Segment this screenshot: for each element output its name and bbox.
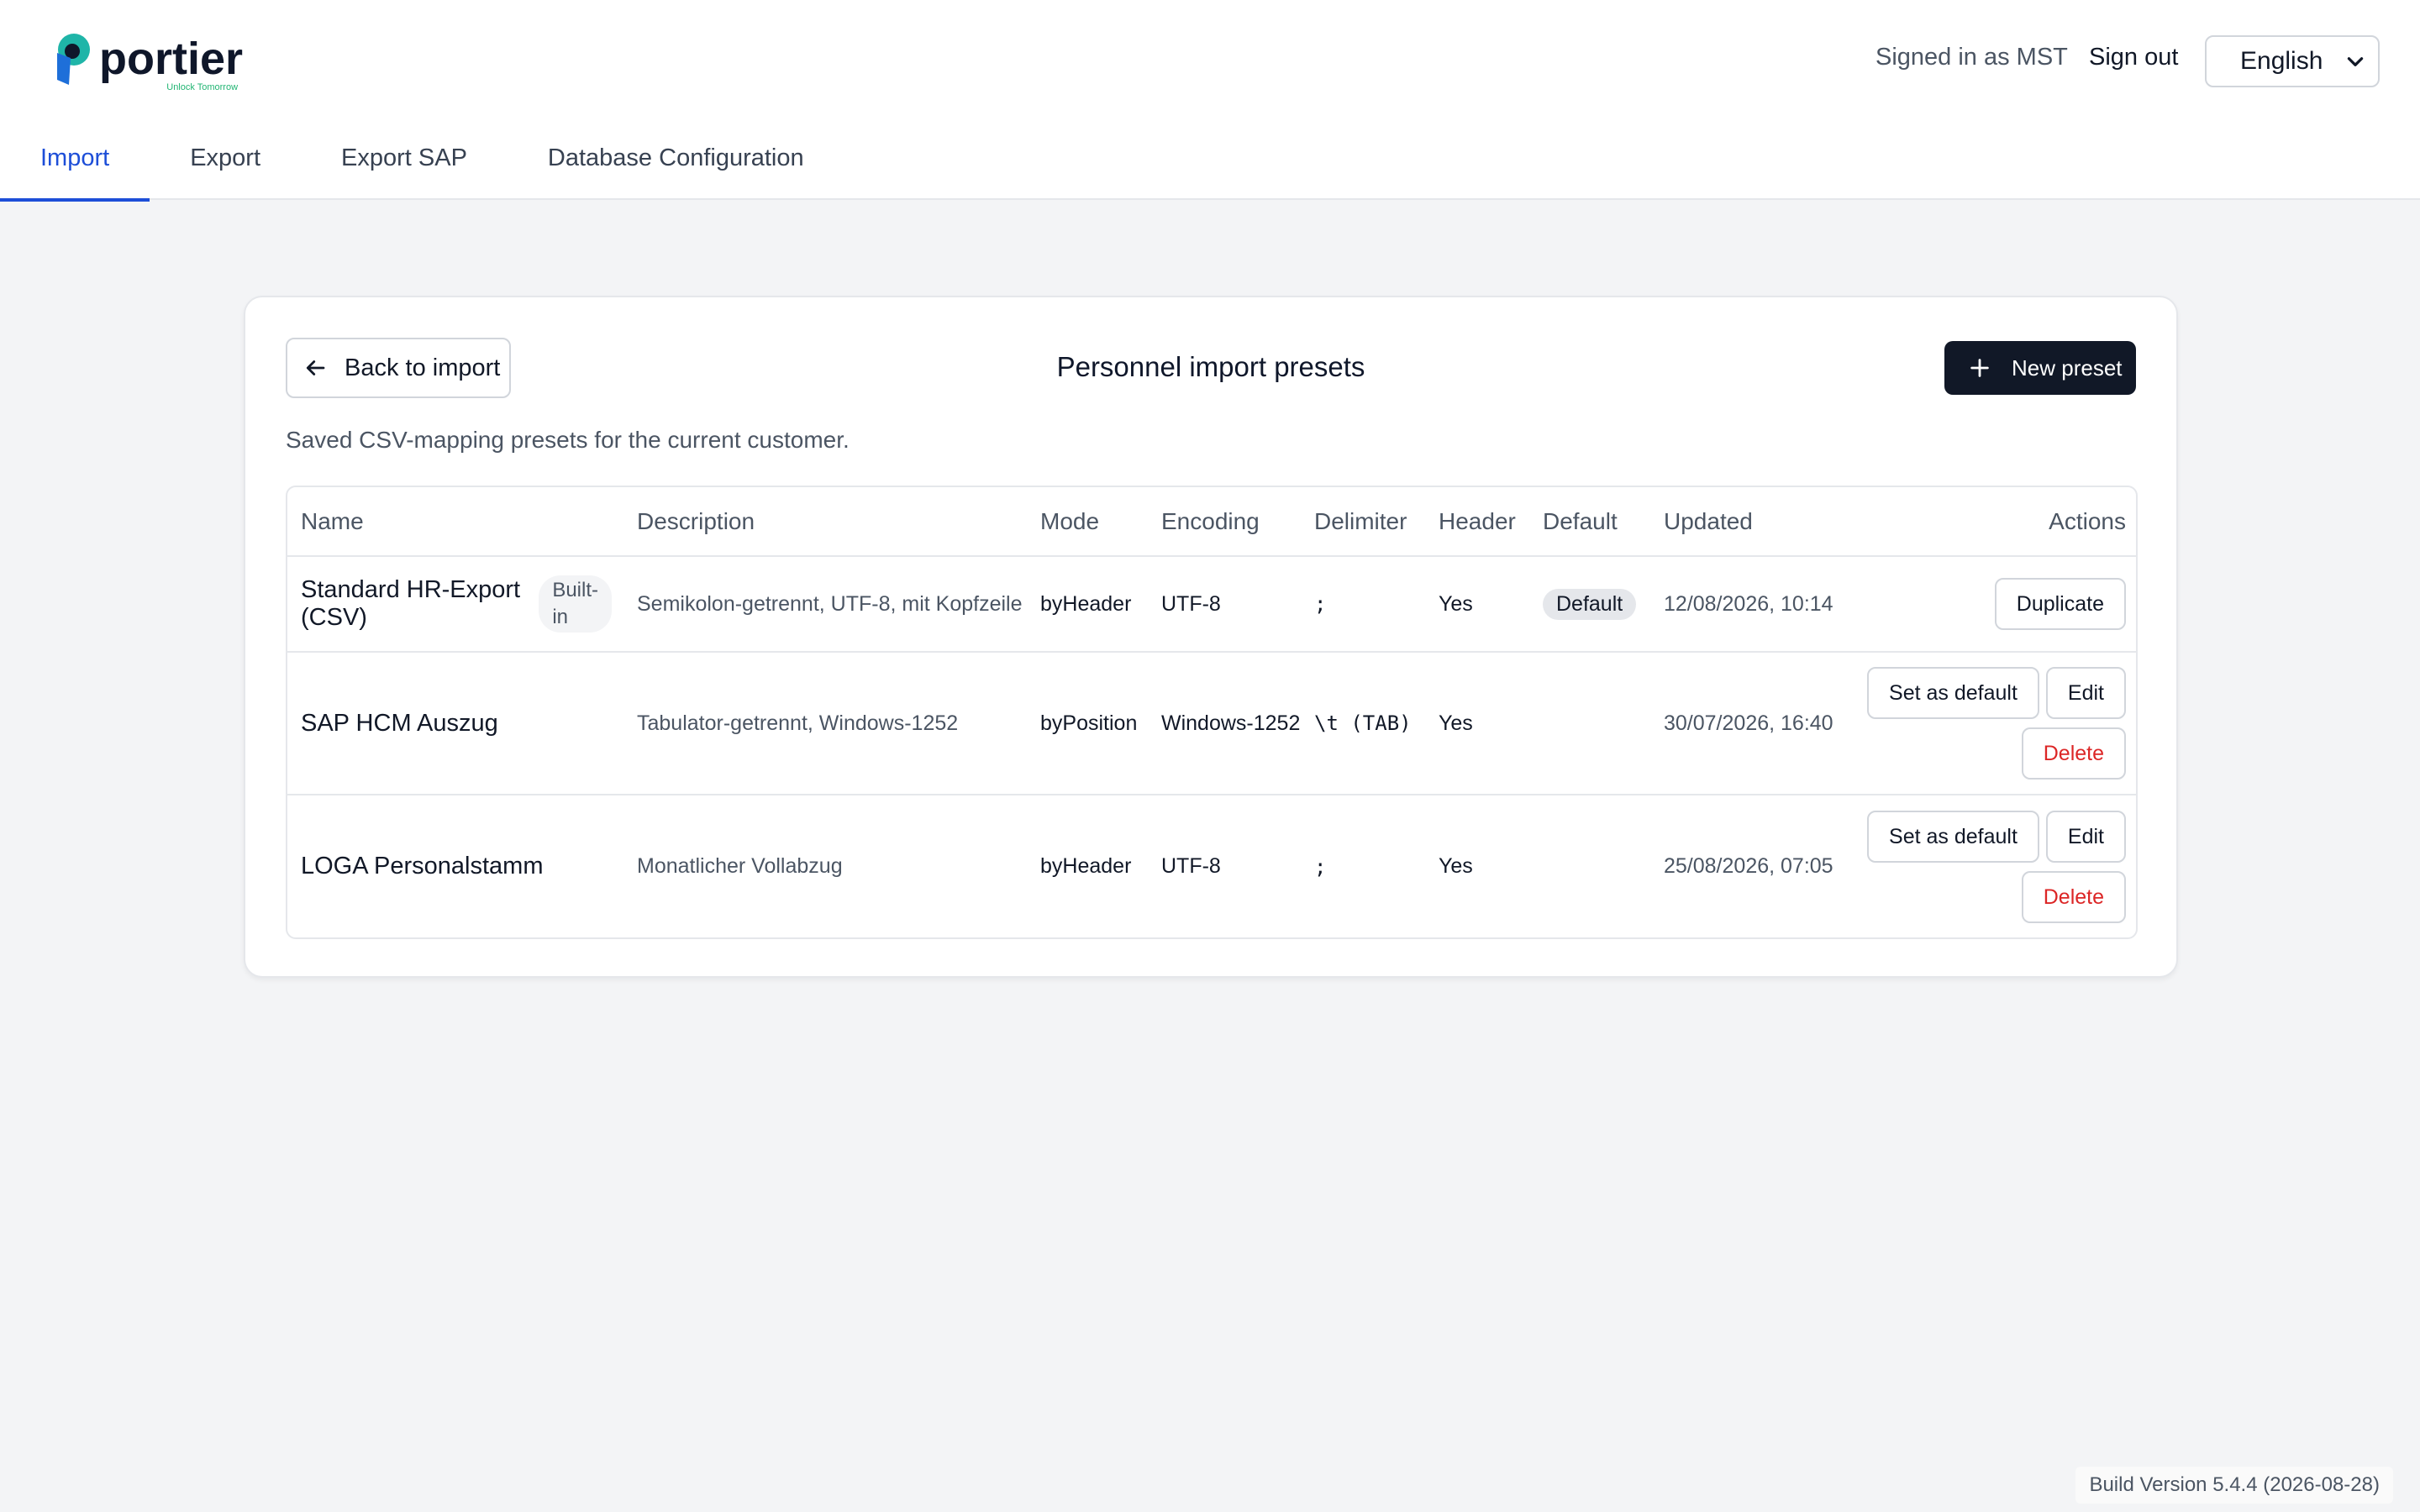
preset-delimiter: ; bbox=[1314, 854, 1327, 879]
presets-table: Name Description Mode Encoding Delimiter… bbox=[286, 486, 2138, 939]
duplicate-button[interactable]: Duplicate bbox=[1994, 578, 2126, 630]
sign-out-link[interactable]: Sign out bbox=[2089, 44, 2178, 71]
column-header-header: Header bbox=[1425, 487, 1529, 557]
page-title: Personnel import presets bbox=[1056, 351, 1365, 382]
column-header-updated: Updated bbox=[1650, 487, 1849, 557]
plus-icon bbox=[1970, 359, 1989, 377]
preset-description: Semikolon-getrennt, UTF-8, mit Kopfzeile bbox=[623, 556, 1027, 653]
column-header-name: Name bbox=[287, 487, 623, 557]
built-in-badge: Built-in bbox=[539, 575, 612, 633]
language-select[interactable]: English bbox=[2205, 35, 2380, 87]
preset-description: Monatlicher Vollabzug bbox=[637, 854, 843, 878]
column-header-mode: Mode bbox=[1027, 487, 1148, 557]
preset-mode: byHeader bbox=[1027, 556, 1148, 653]
column-header-description: Description bbox=[623, 487, 1027, 557]
preset-updated: 30/07/2026, 16:40 bbox=[1650, 652, 1849, 795]
top-bar: portier Unlock Tomorrow Signed in as MST… bbox=[0, 0, 2420, 202]
column-header-delimiter: Delimiter bbox=[1301, 487, 1425, 557]
tab-import[interactable]: Import bbox=[0, 128, 150, 202]
table-row: SAP HCM Auszug Tabulator-getrennt, Windo… bbox=[287, 652, 2136, 795]
table-row: Standard HR-Export (CSV) Built-in Semiko… bbox=[287, 556, 2136, 653]
preset-encoding: UTF-8 bbox=[1148, 556, 1301, 653]
preset-delimiter: ; bbox=[1301, 556, 1425, 653]
preset-encoding: UTF-8 bbox=[1161, 854, 1221, 878]
edit-button[interactable]: Edit bbox=[2045, 810, 2126, 863]
preset-encoding: Windows-1252 bbox=[1148, 652, 1301, 795]
chevron-down-icon bbox=[2347, 57, 2364, 66]
preset-default bbox=[1529, 795, 1650, 937]
main-tabs: Import Export Export SAP Database Config… bbox=[0, 128, 844, 202]
logo-tagline: Unlock Tomorrow bbox=[166, 82, 239, 92]
delete-button[interactable]: Delete bbox=[2021, 870, 2126, 923]
portier-logo-icon bbox=[54, 33, 92, 85]
default-badge: Default bbox=[1543, 588, 1637, 620]
preset-name: Standard HR-Export (CSV) bbox=[301, 576, 521, 631]
language-select-value: English bbox=[2240, 47, 2323, 75]
preset-header: Yes bbox=[1425, 556, 1529, 653]
presets-card: Back to import Personnel import presets … bbox=[244, 296, 2178, 978]
table-row: LOGA Personalstamm Monatlicher Vollabzug… bbox=[287, 795, 2136, 937]
preset-default-cell: Default bbox=[1529, 556, 1650, 653]
set-as-default-button[interactable]: Set as default bbox=[1867, 810, 2039, 863]
logo[interactable]: portier Unlock Tomorrow bbox=[54, 32, 244, 92]
edit-button[interactable]: Edit bbox=[2045, 667, 2126, 719]
preset-delimiter: \t (TAB) bbox=[1301, 652, 1425, 795]
tab-export[interactable]: Export bbox=[150, 128, 301, 200]
column-header-actions: Actions bbox=[1849, 487, 2136, 557]
column-header-encoding: Encoding bbox=[1148, 487, 1301, 557]
logo-wordmark: portier bbox=[99, 34, 244, 84]
build-version: Build Version 5.4.4 (2026-08-28) bbox=[2075, 1467, 2393, 1504]
preset-mode: byHeader bbox=[1040, 854, 1132, 878]
preset-updated: 25/08/2026, 07:05 bbox=[1664, 854, 1833, 878]
preset-name: SAP HCM Auszug bbox=[287, 652, 623, 795]
new-preset-button[interactable]: New preset bbox=[1944, 341, 2136, 395]
delete-button[interactable]: Delete bbox=[2021, 727, 2126, 780]
tab-database-configuration[interactable]: Database Configuration bbox=[508, 128, 844, 200]
set-as-default-button[interactable]: Set as default bbox=[1867, 667, 2039, 719]
preset-description: Tabulator-getrennt, Windows-1252 bbox=[623, 652, 1027, 795]
table-header-row: Name Description Mode Encoding Delimiter… bbox=[287, 487, 2136, 557]
preset-mode: byPosition bbox=[1027, 652, 1148, 795]
preset-name: LOGA Personalstamm bbox=[301, 853, 544, 879]
preset-header: Yes bbox=[1425, 652, 1529, 795]
preset-header: Yes bbox=[1439, 854, 1473, 878]
preset-actions: Duplicate bbox=[1849, 556, 2136, 653]
preset-actions: Set as default Edit Delete bbox=[1849, 795, 2136, 937]
preset-name-cell: Standard HR-Export (CSV) Built-in bbox=[287, 556, 623, 653]
preset-updated: 12/08/2026, 10:14 bbox=[1650, 556, 1849, 653]
preset-default bbox=[1529, 652, 1650, 795]
preset-actions: Set as default Edit Delete bbox=[1849, 652, 2136, 795]
new-preset-label: New preset bbox=[2012, 354, 2123, 381]
page-subtitle: Saved CSV-mapping presets for the curren… bbox=[286, 427, 850, 453]
column-header-default: Default bbox=[1529, 487, 1650, 557]
signed-in-label: Signed in as MST bbox=[1876, 44, 2068, 71]
tab-export-sap[interactable]: Export SAP bbox=[301, 128, 508, 200]
